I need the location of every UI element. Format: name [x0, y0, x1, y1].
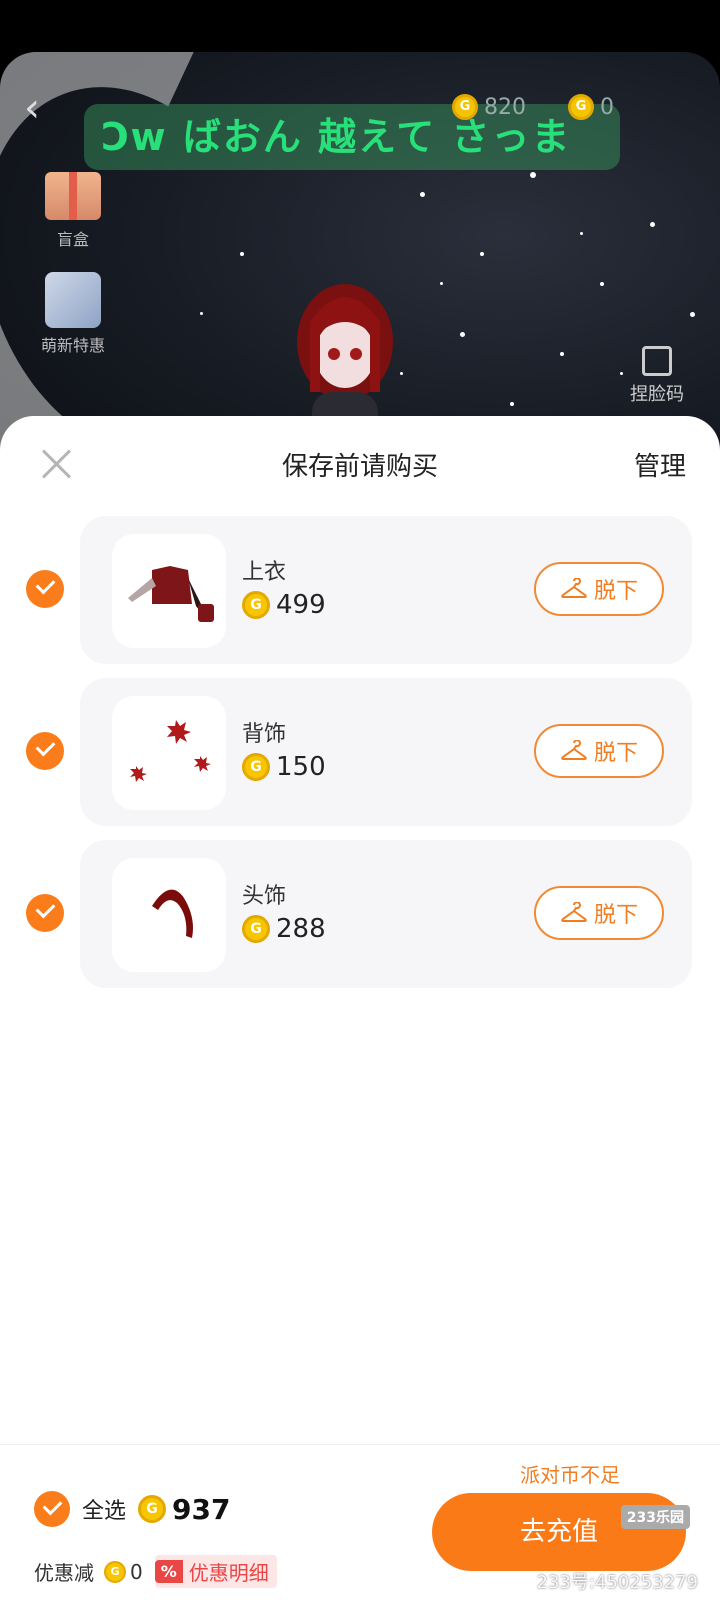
select-all[interactable]: 全选 G 937 — [34, 1491, 230, 1527]
percent-icon: % — [154, 1560, 183, 1583]
coin-icon: G — [104, 1560, 126, 1583]
item-card[interactable]: 头饰 G 288 脱下 — [80, 840, 692, 988]
item-thumbnail — [112, 696, 226, 810]
discount-value: 0 — [130, 1559, 143, 1584]
list-item: 头饰 G 288 脱下 — [0, 840, 720, 1002]
headwear-image — [152, 889, 193, 938]
take-off-button[interactable]: 脱下 — [534, 724, 664, 778]
discount-label: 优惠减 — [34, 1561, 94, 1585]
item-card[interactable]: 上衣 G 499 脱下 — [80, 516, 692, 664]
coin-icon: G — [242, 915, 270, 943]
checkout-footer: 派对币不足 全选 G 937 优惠减 G 0 % 优惠明细 去充值 233乐园 … — [0, 1444, 720, 1600]
item-list: 上衣 G 499 脱下 背饰 G 150 脱下 头饰 G 288 脱下 — [0, 516, 720, 1002]
item-name: 上衣 — [242, 560, 287, 585]
gem-balance-value: 0 — [600, 94, 614, 120]
item-card[interactable]: 背饰 G 150 脱下 — [80, 678, 692, 826]
nickname-banner: Ͻw ばおん 越えて さっま — [84, 104, 620, 170]
item-price: G 499 — [242, 590, 326, 620]
total-amount: 937 — [172, 1492, 231, 1526]
coin-balance: G 820 — [452, 92, 526, 122]
coin-balance-value: 820 — [484, 94, 526, 120]
take-off-button[interactable]: 脱下 — [534, 562, 664, 616]
sheet-title: 保存前请购买 — [281, 452, 438, 482]
pinch-face-button[interactable]: 捏脸码 — [622, 346, 692, 406]
discount-row: 优惠减 G 0 % 优惠明细 — [34, 1555, 277, 1588]
coin-icon: G — [568, 94, 594, 120]
list-item: 上衣 G 499 脱下 — [0, 516, 720, 678]
item-price: G 288 — [242, 914, 326, 944]
item-name: 头饰 — [242, 884, 287, 909]
coin-icon: G — [242, 591, 270, 619]
item-checkbox[interactable] — [26, 894, 64, 932]
take-off-button[interactable]: 脱下 — [534, 886, 664, 940]
watermark: 233号:450253279 — [536, 1572, 699, 1593]
select-all-checkbox[interactable] — [34, 1491, 70, 1527]
item-name: 背饰 — [242, 722, 287, 747]
item-thumbnail — [112, 534, 226, 648]
top-garment-image — [128, 566, 214, 622]
manage-button[interactable]: 管理 — [634, 446, 686, 483]
deal-pack-icon — [45, 272, 101, 328]
coin-icon: G — [452, 94, 478, 120]
gem-balance: G 0 — [568, 92, 614, 122]
hanger-icon — [561, 902, 587, 922]
hanger-icon — [561, 740, 587, 760]
newbie-deal-button[interactable]: 萌新特惠 — [36, 272, 110, 356]
pinch-face-icon — [642, 346, 672, 376]
item-thumbnail — [112, 858, 226, 972]
item-checkbox[interactable] — [26, 732, 64, 770]
list-item: 背饰 G 150 脱下 — [0, 678, 720, 840]
item-price: G 150 — [242, 752, 326, 782]
app-logo: 233乐园 — [620, 1505, 690, 1529]
coin-icon: G — [138, 1495, 167, 1523]
coin-icon: G — [242, 753, 270, 781]
gift-box-icon — [45, 172, 101, 220]
back-icon[interactable]: ‹ — [24, 88, 54, 128]
insufficient-notice: 派对币不足 — [520, 1463, 620, 1487]
hanger-icon — [561, 578, 587, 598]
select-all-label: 全选 — [82, 1499, 127, 1524]
back-accessory-image — [130, 720, 211, 782]
discount-detail-link[interactable]: % 优惠明细 — [154, 1555, 277, 1588]
item-checkbox[interactable] — [26, 570, 64, 608]
sheet-header: 保存前请购买 管理 — [0, 416, 720, 516]
blind-box-button[interactable]: 盲盒 — [40, 172, 106, 250]
purchase-sheet: 保存前请购买 管理 上衣 G 499 脱下 背饰 G 150 脱下 头饰 G 2… — [0, 416, 720, 1600]
